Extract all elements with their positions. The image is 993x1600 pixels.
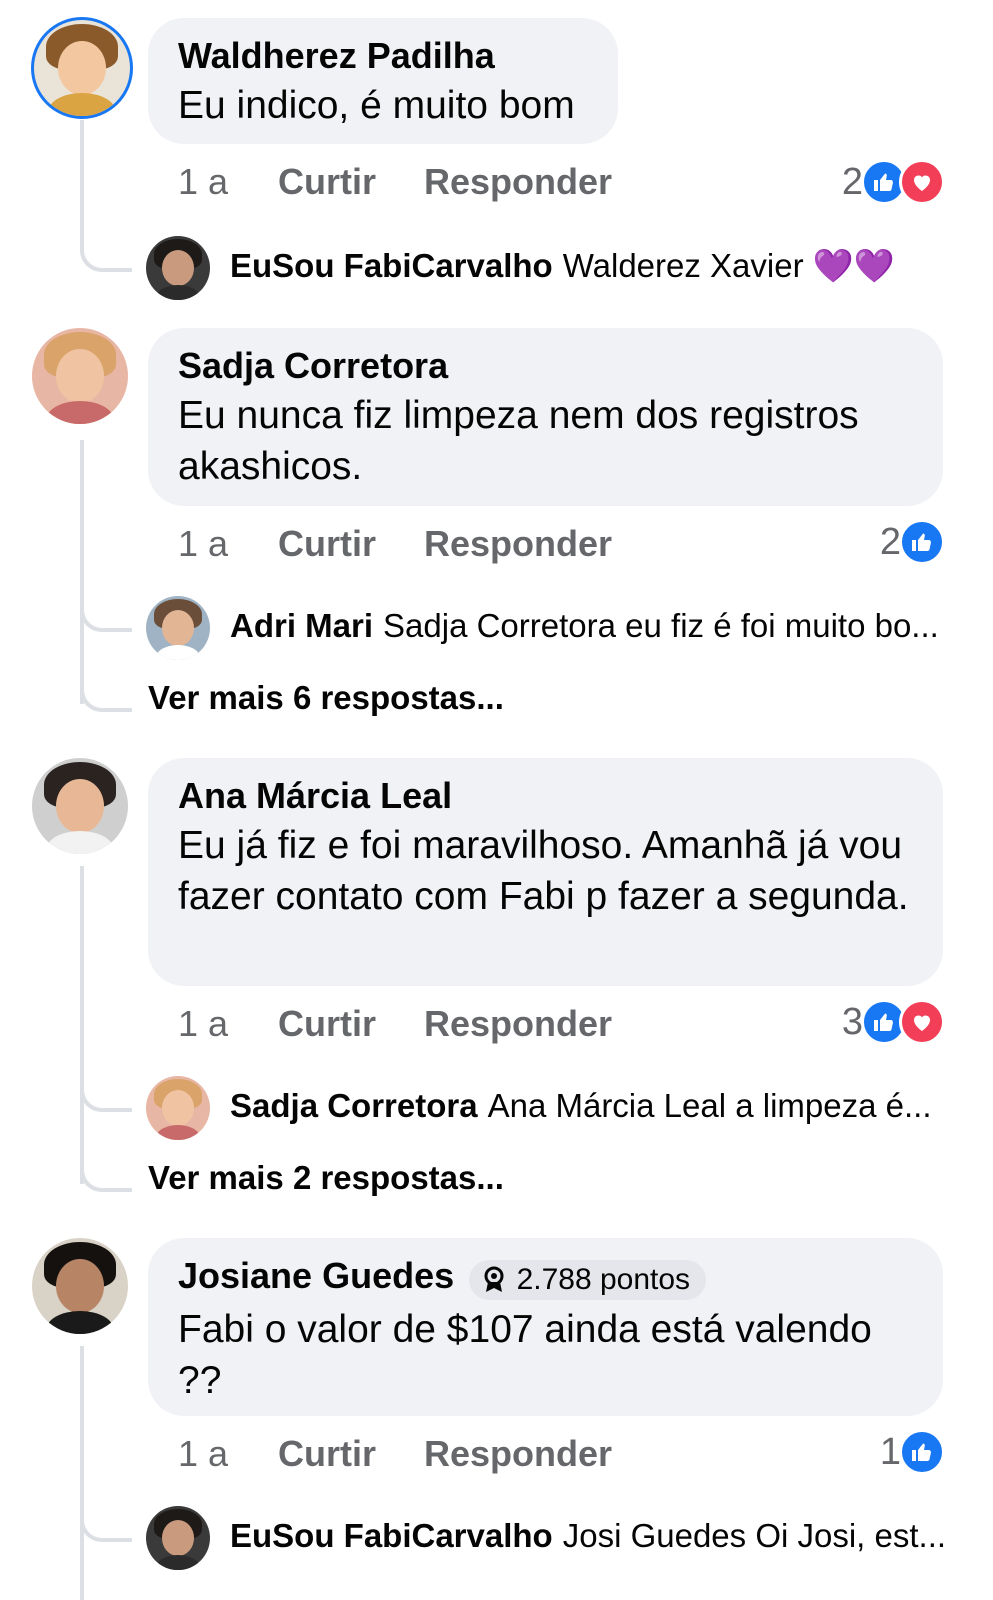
reply-connector (80, 600, 132, 632)
comment-text: Fabi o valor de $107 ainda está valendo … (178, 1307, 872, 1402)
reply-connector (80, 1160, 132, 1192)
reply-preview[interactable]: EuSou FabiCarvalho Walderez Xavier 💜💜 (230, 242, 895, 290)
comment-actions: 1 a Curtir Responder (178, 1000, 660, 1048)
like-icon (899, 1429, 945, 1475)
reply-connector (80, 1510, 132, 1542)
reply-button[interactable]: Responder (424, 1000, 612, 1048)
view-more-replies[interactable]: Ver mais 6 respostas... (148, 674, 504, 722)
like-button[interactable]: Curtir (278, 520, 376, 568)
avatar[interactable] (32, 758, 128, 854)
reaction-count: 2 (879, 520, 901, 563)
reply-text: Sadja Corretora eu fiz é foi muito bo... (383, 607, 939, 644)
points-text: 2.788 pontos (516, 1262, 691, 1296)
commenter-name[interactable]: Waldherez Padilha (178, 32, 495, 80)
reply-preview[interactable]: Adri Mari Sadja Corretora eu fiz é foi mu… (230, 602, 939, 650)
comment-time[interactable]: 1 a (178, 520, 278, 568)
reply-avatar[interactable] (146, 1076, 210, 1140)
thread-line (80, 866, 84, 1184)
comment-actions: 1 a Curtir Responder (178, 520, 660, 568)
reply-author[interactable]: Adri Mari (230, 607, 373, 644)
thread-line (80, 440, 84, 704)
points-badge: 2.788 pontos (468, 1259, 707, 1300)
reply-button[interactable]: Responder (424, 1430, 612, 1478)
thread-line (80, 1346, 84, 1600)
reply-connector (80, 1080, 132, 1112)
like-button[interactable]: Curtir (278, 158, 376, 206)
comment-time[interactable]: 1 a (178, 1430, 278, 1478)
comment-text: Eu já fiz e foi maravilhoso. Amanhã já v… (178, 824, 909, 918)
reply-button[interactable]: Responder (424, 158, 612, 206)
thread-line (80, 120, 84, 244)
reply-preview[interactable]: EuSou FabiCarvalho Josi Guedes Oi Josi, e… (230, 1512, 946, 1560)
reply-connector (80, 680, 132, 712)
reply-text: Walderez Xavier 💜💜 (562, 247, 895, 284)
reply-connector (80, 240, 132, 272)
like-button[interactable]: Curtir (278, 1000, 376, 1048)
reply-author[interactable]: Sadja Corretora (230, 1087, 478, 1124)
comment-bubble: Ana Márcia Leal Eu já fiz e foi maravilh… (148, 758, 943, 986)
comment-actions: 1 a Curtir Responder (178, 158, 660, 206)
like-button[interactable]: Curtir (278, 1430, 376, 1478)
comment-text: Eu indico, é muito bom (178, 84, 575, 127)
comment-bubble: Josiane Guedes 2.788 pontos Fabi o valor… (148, 1238, 943, 1416)
reaction-summary[interactable]: 1 (880, 1428, 945, 1476)
reaction-summary[interactable]: 2 (842, 158, 945, 206)
love-icon (899, 159, 945, 205)
avatar[interactable] (34, 20, 130, 116)
like-icon (899, 519, 945, 565)
reply-author[interactable]: EuSou FabiCarvalho (230, 1517, 553, 1554)
reaction-summary[interactable]: 2 (880, 518, 945, 566)
reply-avatar[interactable] (146, 236, 210, 300)
avatar[interactable] (32, 328, 128, 424)
commenter-name[interactable]: Sadja Corretora (178, 342, 448, 390)
comment-text: Eu nunca fiz limpeza nem dos registros a… (178, 394, 859, 488)
view-more-replies[interactable]: Ver mais 2 respostas... (148, 1154, 504, 1202)
reply-text: Ana Márcia Leal a limpeza é... (487, 1087, 932, 1124)
comment-time[interactable]: 1 a (178, 158, 278, 206)
comment-actions: 1 a Curtir Responder (178, 1430, 660, 1478)
reply-button[interactable]: Responder (424, 520, 612, 568)
reaction-summary[interactable]: 3 (842, 998, 945, 1046)
comment-bubble: Sadja Corretora Eu nunca fiz limpeza nem… (148, 328, 943, 506)
avatar[interactable] (32, 1238, 128, 1334)
reply-author[interactable]: EuSou FabiCarvalho (230, 247, 553, 284)
love-icon (899, 999, 945, 1045)
comment-bubble: Waldherez Padilha Eu indico, é muito bom (148, 18, 618, 144)
commenter-name[interactable]: Ana Márcia Leal (178, 772, 452, 820)
reply-avatar[interactable] (146, 1506, 210, 1570)
reaction-count: 3 (841, 1000, 863, 1043)
reply-text: Josi Guedes Oi Josi, est... (562, 1517, 947, 1554)
award-icon (481, 1266, 507, 1294)
reaction-count: 1 (879, 1430, 901, 1473)
commenter-name[interactable]: Josiane Guedes (178, 1252, 454, 1300)
reply-avatar[interactable] (146, 596, 210, 660)
reply-preview[interactable]: Sadja Corretora Ana Márcia Leal a limpeza… (230, 1082, 931, 1130)
comment-time[interactable]: 1 a (178, 1000, 278, 1048)
reaction-count: 2 (841, 160, 863, 203)
